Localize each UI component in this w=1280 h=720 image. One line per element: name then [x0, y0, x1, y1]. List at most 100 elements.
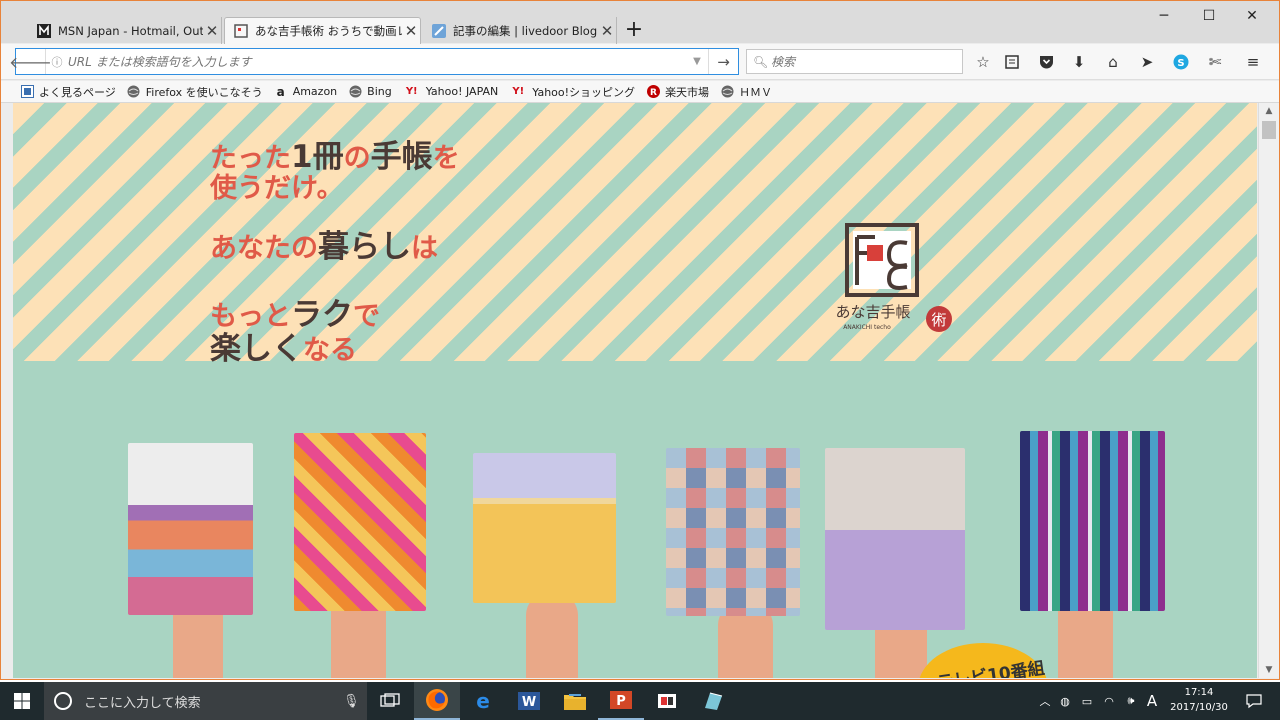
planner-image-3 [473, 453, 616, 603]
skype-icon[interactable]: S [1170, 52, 1192, 72]
bookmark-firefox[interactable]: Firefox を使いこなそう [127, 84, 263, 100]
globe-icon [127, 85, 141, 99]
svg-text:S: S [1177, 58, 1184, 69]
planner-image-4 [666, 448, 800, 616]
striped-banner [13, 103, 1257, 361]
taskbar-edge[interactable]: e [460, 682, 506, 720]
svg-text:P: P [616, 694, 626, 709]
network-status-icon[interactable]: ◍ [1054, 695, 1076, 708]
nav-bar: 🡐 ⓘ ▼ → 🔍︎ ☆ ⬇ ⌂ ➤ S ✄ ≡ [1, 44, 1279, 80]
browser-window: MSN Japan - Hotmail, Outlo ✕ あな吉手帳術 おうちで… [0, 0, 1280, 680]
bookmark-most-visited[interactable]: よく見るページ [20, 84, 116, 100]
action-center-button[interactable] [1234, 682, 1274, 720]
volume-icon[interactable]: 🕪 [1120, 694, 1142, 708]
tab-msn[interactable]: MSN Japan - Hotmail, Outlo ✕ [28, 17, 222, 44]
note-app-icon [705, 692, 723, 710]
maximize-button[interactable]: ☐ [1186, 5, 1232, 27]
svg-text:術: 術 [931, 311, 946, 329]
headline-line-2: 使うだけ。 [210, 173, 344, 204]
system-tray: ︿ ◍ ▭ ◠ 🕪 A [1036, 682, 1162, 720]
planner-image-1 [128, 443, 253, 615]
bookmarks-bar: よく見るページ Firefox を使いこなそう a Amazon Bing Y!… [1, 81, 1279, 103]
start-button[interactable] [0, 682, 44, 720]
rakuten-icon: R [646, 85, 660, 99]
anakichi-logo[interactable]: あな吉手帳 ANAKICHI techo 術 [823, 221, 963, 341]
close-tab-icon[interactable]: ✕ [402, 22, 420, 40]
tab-livedoor[interactable]: 記事の編集 | livedoor Blog ✕ [423, 17, 617, 44]
planner-image-6 [1020, 431, 1165, 611]
url-bar[interactable]: 🡐 ⓘ ▼ → [9, 48, 739, 75]
powerpoint-icon: P [610, 691, 632, 709]
msn-icon [36, 23, 51, 38]
search-icon: 🔍︎ [753, 54, 769, 69]
download-icon[interactable]: ⬇ [1068, 52, 1090, 72]
word-icon: W [518, 692, 540, 710]
taskbar-firefox[interactable] [414, 682, 460, 720]
app-icon [658, 694, 676, 708]
firefox-icon [426, 689, 448, 711]
taskbar-search-box[interactable]: ここに入力して検索 🎙 [44, 682, 367, 720]
page-content: たった1冊の手帳を 使うだけ。 あなたの暮らしは もっとラクで 楽しくなる あな… [13, 103, 1257, 678]
extension-icon[interactable]: ✄ [1204, 52, 1226, 72]
battery-icon[interactable]: ▭ [1076, 695, 1098, 708]
reading-list-icon[interactable] [1001, 52, 1023, 72]
planner-image-5 [825, 448, 965, 630]
headline-line-5: 楽しくなる [210, 331, 357, 367]
taskbar-app-notes[interactable] [690, 682, 736, 720]
menu-icon[interactable]: ≡ [1242, 52, 1264, 72]
close-window-button[interactable]: ✕ [1229, 5, 1275, 27]
search-bar[interactable]: 🔍︎ [746, 49, 963, 74]
bookmark-star-icon[interactable]: ☆ [972, 52, 994, 72]
go-arrow-icon: → [717, 52, 730, 71]
wifi-icon[interactable]: ◠ [1098, 695, 1120, 708]
globe-icon [348, 85, 362, 99]
close-tab-icon[interactable]: ✕ [203, 22, 221, 40]
headline-line-3: あなたの暮らしは [210, 229, 438, 265]
tab-anakichi[interactable]: あな吉手帳術 おうちで動画レッ ✕ [224, 17, 421, 44]
bookmark-hmv[interactable]: ＨＭＶ [720, 84, 772, 100]
back-button[interactable]: 🡐 [9, 49, 52, 74]
task-view-icon [380, 693, 400, 707]
dropdown-arrow-icon[interactable]: ▼ [686, 56, 708, 67]
scrollbar-thumb[interactable] [1262, 121, 1276, 139]
hand-image [526, 593, 578, 678]
edge-icon: e [476, 690, 490, 712]
livedoor-icon [431, 23, 446, 38]
go-button[interactable]: → [708, 49, 738, 74]
scroll-up-icon[interactable]: ▲ [1259, 106, 1279, 116]
bookmark-amazon[interactable]: a Amazon [274, 85, 338, 99]
windows-icon [14, 693, 30, 709]
bookmark-rakuten[interactable]: R 楽天市場 [646, 84, 709, 100]
taskbar-clock[interactable]: 17:14 2017/10/30 [1164, 685, 1234, 715]
bookmark-yahoo-japan[interactable]: Y! Yahoo! JAPAN [403, 85, 498, 99]
task-view-button[interactable] [367, 682, 413, 720]
yahoo-icon: Y! [405, 86, 418, 97]
bookmark-yahoo-shopping[interactable]: Y! Yahoo!ショッピング [509, 84, 635, 100]
close-tab-icon[interactable]: ✕ [598, 22, 616, 40]
svg-text:e: e [476, 690, 490, 712]
taskbar-app-cards[interactable] [644, 682, 690, 720]
yahoo-icon: Y! [512, 86, 525, 97]
bookmark-bing[interactable]: Bing [348, 85, 392, 99]
info-icon[interactable]: ⓘ [46, 54, 68, 70]
vertical-scrollbar[interactable]: ▲ ▼ [1258, 103, 1279, 678]
svg-text:ANAKICHI techo: ANAKICHI techo [843, 324, 891, 331]
pocket-icon[interactable] [1035, 52, 1057, 72]
microphone-icon[interactable]: 🎙 [343, 694, 367, 709]
taskbar-explorer[interactable] [552, 682, 598, 720]
taskbar-powerpoint[interactable]: P [598, 682, 644, 720]
show-hidden-icons-icon[interactable]: ︿ [1036, 693, 1054, 709]
home-icon[interactable]: ⌂ [1102, 52, 1124, 72]
send-icon[interactable]: ➤ [1136, 52, 1158, 72]
minimize-button[interactable]: ─ [1141, 5, 1187, 27]
taskbar-word[interactable]: W [506, 682, 552, 720]
notification-icon [1246, 694, 1262, 709]
svg-text:あな吉手帳: あな吉手帳 [835, 303, 910, 321]
globe-icon [720, 85, 734, 99]
ime-indicator[interactable]: A [1142, 692, 1162, 710]
scroll-down-icon[interactable]: ▼ [1259, 665, 1279, 675]
search-input[interactable] [771, 54, 962, 69]
new-tab-button[interactable]: + [623, 18, 645, 42]
folder-icon [564, 694, 586, 710]
url-input[interactable] [68, 54, 686, 69]
